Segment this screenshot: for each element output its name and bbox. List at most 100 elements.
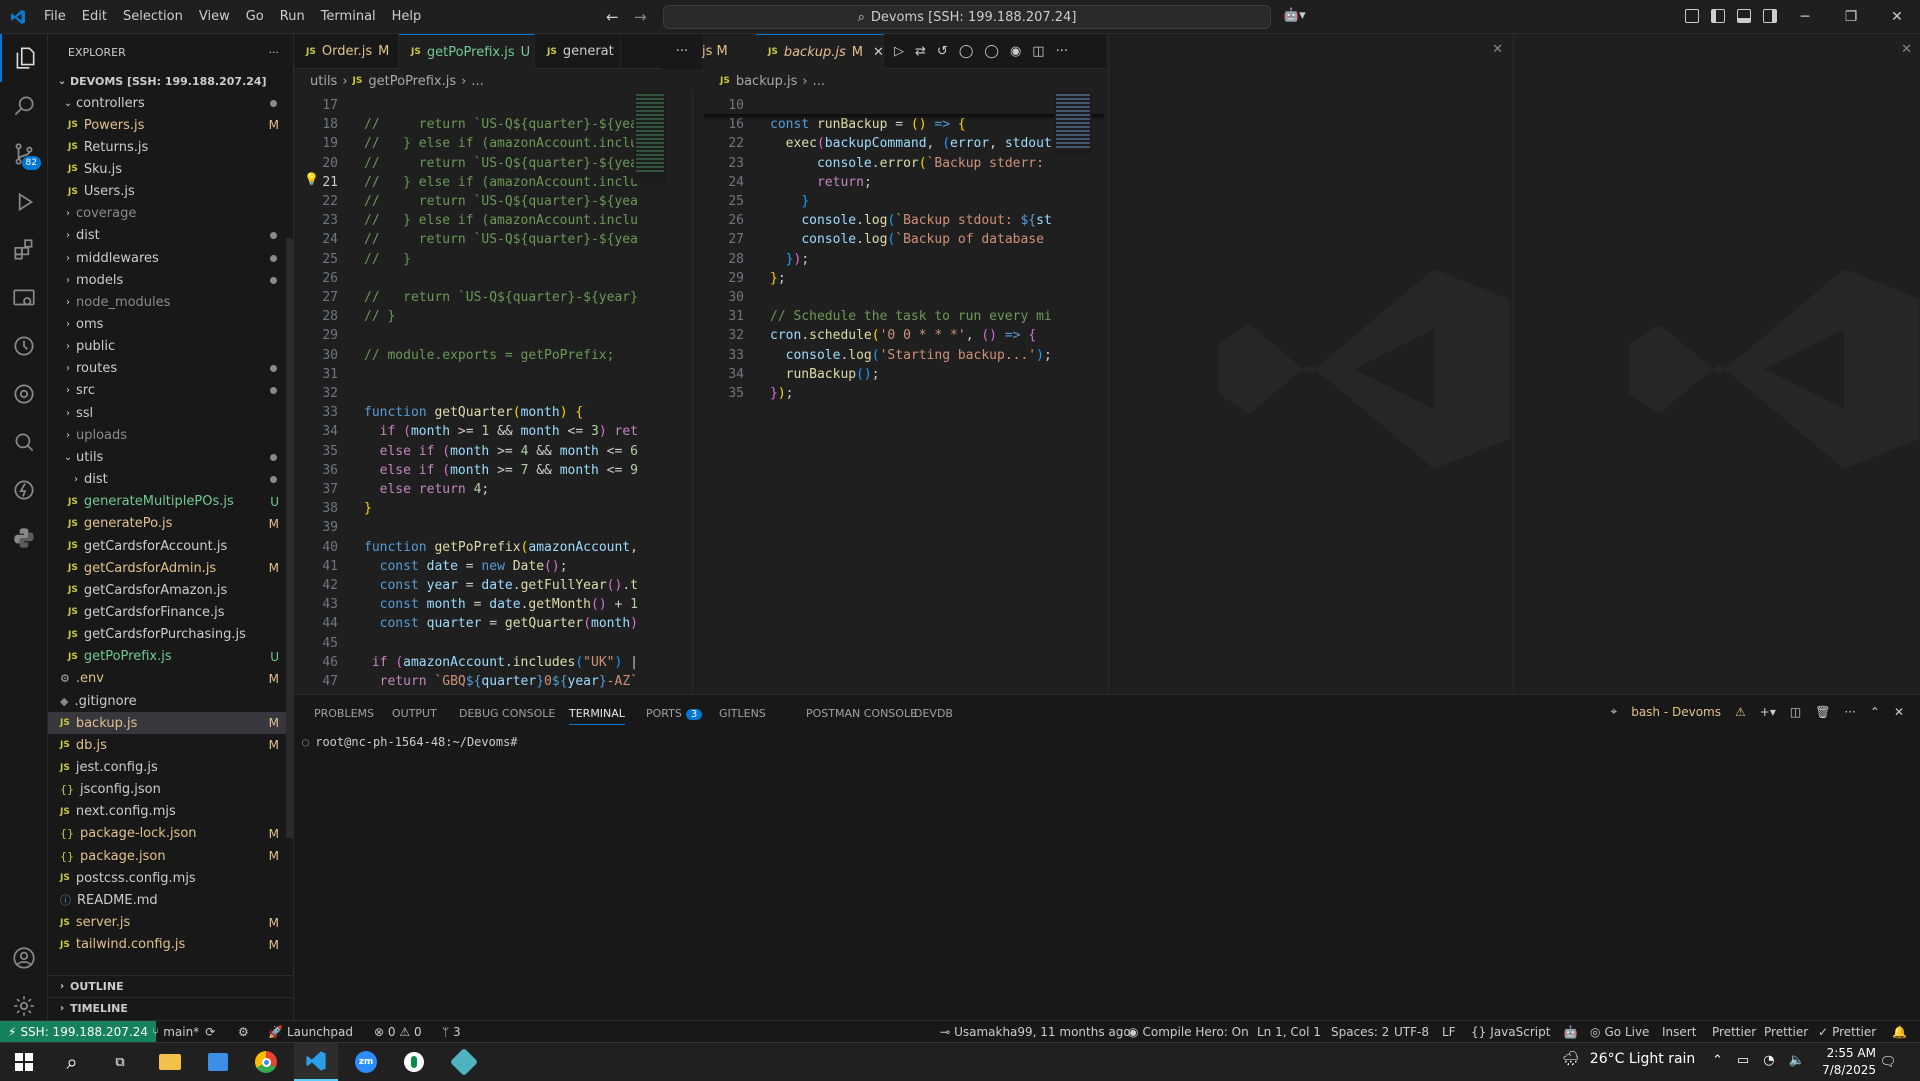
- problems-item[interactable]: ⊗ 0 ⚠ 0: [374, 1021, 422, 1043]
- panel-tab-debug-console[interactable]: DEBUG CONSOLE: [459, 707, 555, 720]
- panel-tab-postman-console[interactable]: POSTMAN CONSOLE: [806, 707, 917, 720]
- revert-icon[interactable]: ↺: [937, 44, 948, 59]
- tab-generat[interactable]: JS generat: [535, 34, 621, 69]
- breadcrumb-item[interactable]: ...: [813, 74, 825, 89]
- folder-item[interactable]: › ssl: [48, 402, 293, 424]
- folder-item[interactable]: › middlewares: [48, 247, 293, 269]
- gitlens-inspect-icon[interactable]: [0, 418, 48, 466]
- file-item[interactable]: JS next.config.mjs: [48, 801, 293, 823]
- file-item[interactable]: JS generatePo.js M: [48, 513, 293, 535]
- explorer-icon[interactable]: [0, 34, 48, 82]
- accounts-icon[interactable]: [0, 934, 48, 982]
- volume-icon[interactable]: 🔈: [1789, 1053, 1805, 1068]
- gitlens-icon[interactable]: [0, 370, 48, 418]
- timeline-section[interactable]: › TIMELINE: [48, 997, 293, 1019]
- folder-item[interactable]: › coverage: [48, 203, 293, 225]
- file-item[interactable]: JS db.js M: [48, 734, 293, 756]
- encoding[interactable]: UTF-8: [1394, 1021, 1429, 1043]
- new-terminal-icon[interactable]: +▾: [1760, 705, 1776, 719]
- file-item[interactable]: JS getCardsforAdmin.js M: [48, 557, 293, 579]
- prettier-item-1[interactable]: Prettier: [1712, 1021, 1756, 1043]
- more-actions-icon[interactable]: ···: [269, 46, 280, 59]
- toggle-panel-icon[interactable]: [1737, 9, 1751, 23]
- app-icon[interactable]: [392, 1043, 436, 1081]
- file-item[interactable]: JS getCardsforAccount.js: [48, 535, 293, 557]
- menu-selection[interactable]: Selection: [115, 0, 191, 34]
- file-item[interactable]: JS tailwind.config.js M: [48, 934, 293, 956]
- prettier-item-3[interactable]: ✓ Prettier: [1818, 1021, 1876, 1043]
- start-icon[interactable]: [2, 1043, 46, 1081]
- file-item[interactable]: JS generateMultiplePOs.js U: [48, 491, 293, 513]
- back-arrow-icon[interactable]: ←: [606, 8, 619, 26]
- panel-tab-output[interactable]: OUTPUT: [392, 707, 437, 720]
- branch-item[interactable]: ⑂ main* ⟳: [152, 1021, 215, 1043]
- tab-order[interactable]: JS Order.js M: [294, 34, 399, 69]
- menu-view[interactable]: View: [191, 0, 238, 34]
- panel-more-icon[interactable]: ···: [1844, 705, 1855, 719]
- file-item[interactable]: JS jest.config.js: [48, 757, 293, 779]
- menu-file[interactable]: File: [36, 0, 74, 34]
- panel-tab-ports[interactable]: PORTS 3: [646, 707, 703, 720]
- zoom-icon[interactable]: zm: [344, 1043, 388, 1081]
- go-live-item[interactable]: ◎ Go Live: [1590, 1021, 1649, 1043]
- minimap-left[interactable]: [634, 92, 666, 184]
- timeline-icon[interactable]: [0, 322, 48, 370]
- command-center[interactable]: ⌕ Devoms [SSH: 199.188.207.24]: [663, 5, 1271, 29]
- file-explorer-icon[interactable]: [148, 1043, 192, 1081]
- folder-item[interactable]: › dist: [48, 469, 293, 491]
- close-window-icon[interactable]: ✕: [1874, 0, 1920, 34]
- editor-more-icon[interactable]: ···: [1056, 44, 1068, 59]
- panel-tab-problems[interactable]: PROBLEMS: [314, 707, 374, 720]
- file-item[interactable]: JS server.js M: [48, 912, 293, 934]
- file-item[interactable]: JS Users.js: [48, 181, 293, 203]
- lightbulb-icon[interactable]: 💡: [304, 172, 319, 186]
- language-mode[interactable]: {} JavaScript: [1471, 1021, 1550, 1043]
- menu-terminal[interactable]: Terminal: [313, 0, 384, 34]
- close-tab-icon[interactable]: ✕: [873, 45, 883, 60]
- forward-arrow-icon[interactable]: →: [634, 8, 647, 26]
- insert-mode[interactable]: Insert: [1662, 1021, 1696, 1043]
- terminal-name[interactable]: bash - Devoms: [1631, 705, 1721, 719]
- copilot-status-icon[interactable]: 🤖: [1563, 1021, 1578, 1043]
- prettier-item-2[interactable]: Prettier: [1764, 1021, 1808, 1043]
- menu-help[interactable]: Help: [384, 0, 430, 34]
- menu-run[interactable]: Run: [272, 0, 313, 34]
- file-item[interactable]: JS Returns.js: [48, 136, 293, 158]
- file-item[interactable]: {} jsconfig.json: [48, 779, 293, 801]
- taskbar-search-icon[interactable]: ⌕: [50, 1043, 94, 1081]
- file-item[interactable]: ⚙ .env M: [48, 668, 293, 690]
- toggle-secondary-sidebar-icon[interactable]: [1763, 9, 1777, 23]
- run-code-icon[interactable]: ▷: [894, 44, 904, 59]
- folder-item[interactable]: › models: [48, 269, 293, 291]
- customize-layout-icon[interactable]: [1685, 9, 1699, 23]
- restore-icon[interactable]: ❐: [1828, 0, 1874, 34]
- minimize-icon[interactable]: ─: [1782, 0, 1828, 34]
- open-changes-icon[interactable]: ⇄: [915, 44, 926, 59]
- file-item[interactable]: {} package-lock.json M: [48, 823, 293, 845]
- terminal-output[interactable]: ○ root@nc-ph-1564-48:~/Devoms#: [302, 735, 518, 749]
- git-blame-item[interactable]: ⊸ Usamakha99, 11 months ago: [940, 1021, 1131, 1043]
- breadcrumb-item[interactable]: backup.js: [736, 74, 798, 89]
- file-item[interactable]: JS getPoPrefix.js U: [48, 646, 293, 668]
- empty-editor-group[interactable]: ✕: [1108, 34, 1513, 692]
- source-control-icon[interactable]: 82: [0, 130, 48, 178]
- menu-edit[interactable]: Edit: [74, 0, 115, 34]
- previous-change-icon[interactable]: ◯: [959, 44, 974, 59]
- file-item[interactable]: JS getCardsforFinance.js: [48, 601, 293, 623]
- folder-item[interactable]: › src: [48, 380, 293, 402]
- file-item[interactable]: JS backup.js M: [48, 712, 293, 735]
- split-editor-icon[interactable]: ◫: [1032, 44, 1044, 59]
- file-item[interactable]: JS Sku.js: [48, 158, 293, 180]
- explorer-scrollbar[interactable]: [286, 238, 294, 838]
- outline-section[interactable]: › OUTLINE: [48, 975, 293, 997]
- cursor-position[interactable]: Ln 1, Col 1: [1257, 1021, 1321, 1043]
- indentation[interactable]: Spaces: 2: [1331, 1021, 1389, 1043]
- wifi-icon[interactable]: ◔: [1763, 1053, 1774, 1068]
- tab-overflow-label[interactable]: js M: [702, 34, 728, 69]
- file-item[interactable]: JS postcss.config.mjs: [48, 867, 293, 889]
- debug-status-icon[interactable]: ⚙: [238, 1021, 249, 1043]
- workspace-root[interactable]: ⌄ DEVOMS [SSH: 199.188.207.24]: [48, 70, 293, 92]
- folder-item[interactable]: › routes: [48, 358, 293, 380]
- trash-icon[interactable]: 🗑: [1815, 705, 1830, 719]
- close-group-icon[interactable]: ✕: [1492, 42, 1503, 57]
